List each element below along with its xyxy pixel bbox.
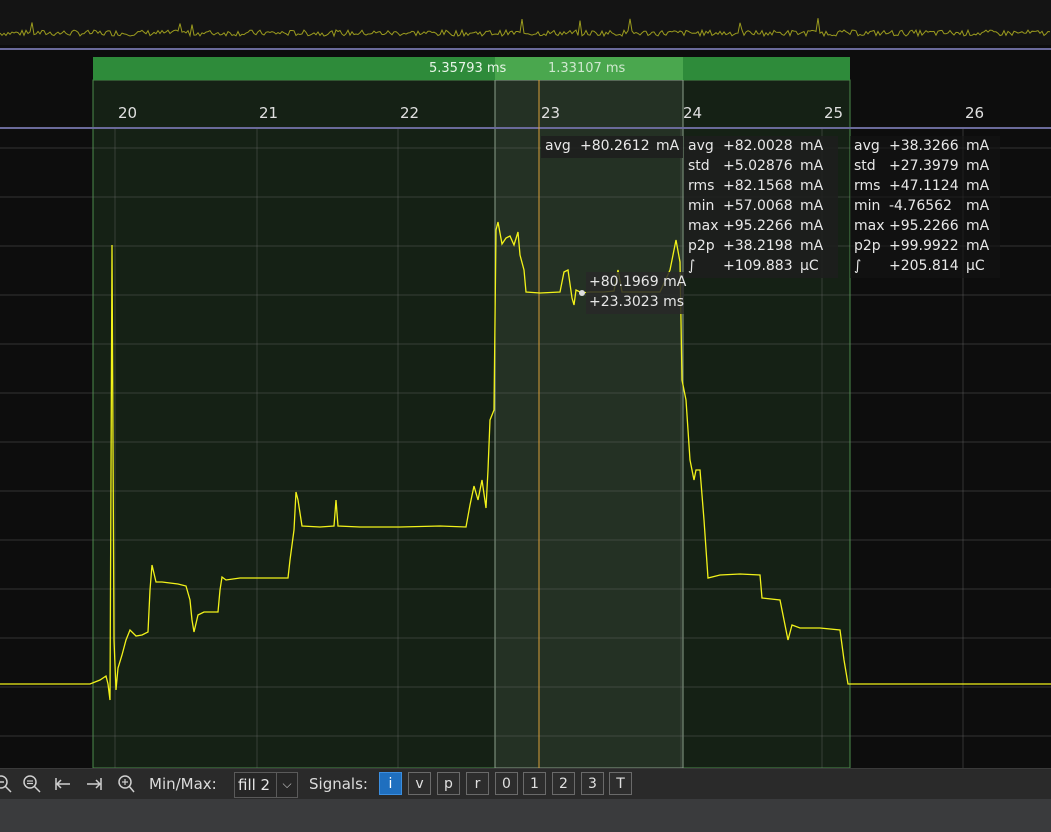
stat-unit: µC [800, 258, 819, 274]
stat-value: +5.02876 [723, 158, 793, 174]
stat-unit: mA [966, 138, 990, 154]
status-bar [0, 799, 1051, 832]
stat-unit: mA [800, 198, 824, 214]
stat-value: +205.814 [889, 258, 959, 274]
stat-key: std [688, 158, 710, 174]
stat-key: avg [545, 138, 571, 154]
stat-value: +38.2198 [723, 238, 793, 254]
stat-key: ∫ [688, 258, 696, 274]
stat-value: +80.2612 [580, 138, 650, 154]
chevron-down-icon[interactable]: ⌵ [276, 773, 297, 797]
stat-value: +47.1124 [889, 178, 959, 194]
inner-selection-region [494, 79, 684, 768]
stat-value: +95.2266 [889, 218, 959, 234]
stat-key: p2p [688, 238, 715, 254]
x-tick-label: 24 [683, 104, 703, 122]
inner-span-duration: 1.33107 ms [548, 61, 626, 76]
stat-value: +109.883 [723, 258, 793, 274]
cursor-marker [579, 290, 585, 296]
stat-unit: mA [800, 218, 824, 234]
signal-toggle-v[interactable]: v [408, 772, 431, 795]
signal-toggle-2[interactable]: 2 [552, 772, 575, 795]
stat-key: max [854, 218, 885, 234]
stat-value: +82.0028 [723, 138, 793, 154]
signal-toggle-r[interactable]: r [466, 772, 489, 795]
toolbar: Min/Max: fill 2 ⌵ Signals: i v p r 0 1 2… [0, 768, 1051, 799]
stat-value: +38.3266 [889, 138, 959, 154]
waveform-plot[interactable]: 5.35793 ms 1.33107 ms 20 21 22 23 24 25 … [0, 0, 1051, 768]
x-tick-label: 21 [259, 104, 279, 122]
stat-value: +95.2266 [723, 218, 793, 234]
stat-key: avg [688, 138, 714, 154]
stat-unit: mA [800, 238, 824, 254]
signals-label: Signals: [309, 775, 368, 793]
stat-value: +27.3979 [889, 158, 959, 174]
stat-key: rms [854, 178, 881, 194]
stat-key: avg [854, 138, 880, 154]
stat-key: min [854, 198, 881, 214]
x-tick-label: 26 [965, 104, 985, 122]
stat-key: min [688, 198, 715, 214]
waveform-canvas[interactable] [0, 0, 1051, 768]
stat-key: rms [688, 178, 715, 194]
right-span-stats: avg +38.3266 mA std +27.3979 mA rms +47.1124 m… [850, 136, 1000, 278]
stat-unit: µC [966, 258, 985, 274]
inner-span-stats: avg +80.2612 mA [541, 136, 683, 158]
stat-key: p2p [854, 238, 881, 254]
signal-toggle-T[interactable]: T [609, 772, 632, 795]
stat-unit: mA [966, 198, 990, 214]
stat-unit: mA [966, 238, 990, 254]
stat-value: +99.9922 [889, 238, 959, 254]
jump-start-icon[interactable] [52, 773, 74, 795]
minmax-value: fill 2 [238, 776, 271, 794]
signal-toggle-p[interactable]: p [437, 772, 460, 795]
stat-row: avg +80.2612 mA [541, 136, 683, 156]
signal-toggle-i[interactable]: i [379, 772, 402, 795]
stat-key: std [854, 158, 876, 174]
zoom-out-icon[interactable] [0, 773, 14, 795]
cursor-current: +80.1969 mA [589, 274, 687, 290]
x-tick-label: 25 [824, 104, 844, 122]
outer-span-stats: avg +82.0028 mA std +5.02876 mA rms +82.1568 m… [684, 136, 838, 278]
stat-value: +82.1568 [723, 178, 793, 194]
stat-key: max [688, 218, 719, 234]
overview-strip [0, 0, 1051, 45]
signal-toggle-3[interactable]: 3 [581, 772, 604, 795]
stat-value: +57.0068 [723, 198, 793, 214]
minmax-select[interactable]: fill 2 ⌵ [234, 772, 298, 798]
zoom-reset-icon[interactable] [115, 773, 137, 795]
stat-value: -4.76562 [889, 198, 952, 214]
x-tick-label: 22 [400, 104, 420, 122]
stat-unit: mA [966, 178, 990, 194]
zoom-fit-icon[interactable] [21, 773, 43, 795]
stat-unit: mA [966, 218, 990, 234]
cursor-time: +23.3023 ms [589, 294, 685, 310]
outer-span-duration: 5.35793 ms [429, 61, 507, 76]
stat-unit: mA [966, 158, 990, 174]
minmax-label: Min/Max: [149, 775, 217, 793]
cursor-readout: +80.1969 mA +23.3023 ms [586, 272, 687, 314]
signal-toggle-0[interactable]: 0 [495, 772, 518, 795]
x-tick-label: 23 [541, 104, 561, 122]
stat-key: ∫ [854, 258, 862, 274]
signal-toggle-1[interactable]: 1 [523, 772, 546, 795]
stat-unit: mA [800, 178, 824, 194]
x-tick-label: 20 [118, 104, 138, 122]
stat-unit: mA [800, 138, 824, 154]
stat-unit: mA [800, 158, 824, 174]
jump-end-icon[interactable] [83, 773, 105, 795]
stat-unit: mA [656, 138, 680, 154]
